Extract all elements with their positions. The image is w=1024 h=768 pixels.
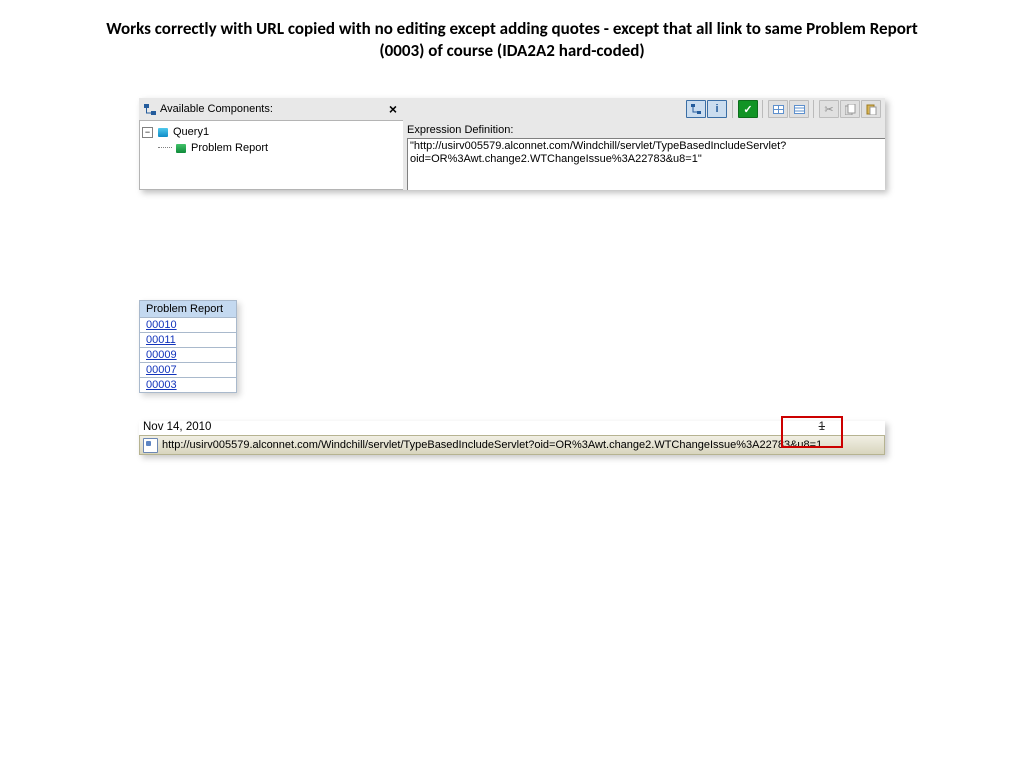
component-tree[interactable]: − Query1 Problem Report <box>139 120 403 190</box>
browser-statusbar: http://usirv005579.alconnet.com/Windchil… <box>139 435 885 455</box>
expression-textarea[interactable]: "http://usirv005579.alconnet.com/Windchi… <box>407 138 885 190</box>
tree-child-label[interactable]: Problem Report <box>191 142 268 154</box>
grid2-button[interactable] <box>789 100 809 118</box>
editor-panel: Available Components: × − Query1 Problem… <box>139 98 885 190</box>
table-row: 00003 <box>140 378 237 393</box>
expression-label: Expression Definition: <box>403 120 885 138</box>
date-label: Nov 14, 2010 <box>143 421 211 433</box>
query-icon <box>156 126 170 139</box>
check-button[interactable]: ✓ <box>738 100 758 118</box>
table-row: 00011 <box>140 333 237 348</box>
grid1-button[interactable] <box>768 100 788 118</box>
table-row: 00007 <box>140 363 237 378</box>
expression-pane: i ✓ ✂ Expression Definition: "http://usi… <box>403 98 885 190</box>
page-number: 1 <box>819 421 881 433</box>
tree-view-button[interactable] <box>686 100 706 118</box>
components-pane: Available Components: × − Query1 Problem… <box>139 98 403 190</box>
tree-root-label[interactable]: Query1 <box>173 126 209 138</box>
expander-icon[interactable]: − <box>142 127 153 138</box>
table-row: 00009 <box>140 348 237 363</box>
copy-button[interactable] <box>840 100 860 118</box>
components-icon <box>143 103 157 115</box>
paste-button[interactable] <box>861 100 881 118</box>
report-link[interactable]: 00003 <box>146 379 177 391</box>
info-button[interactable]: i <box>707 100 727 118</box>
tree-line <box>158 147 172 149</box>
slide-title: Works correctly with URL copied with no … <box>0 0 1024 68</box>
close-icon[interactable]: × <box>389 102 397 116</box>
report-link[interactable]: 00007 <box>146 364 177 376</box>
toolbar: i ✓ ✂ <box>403 98 885 120</box>
report-link[interactable]: 00009 <box>146 349 177 361</box>
results-header[interactable]: Problem Report <box>140 301 237 318</box>
report-link[interactable]: 00010 <box>146 319 177 331</box>
status-url: http://usirv005579.alconnet.com/Windchil… <box>162 439 822 451</box>
results-table: Problem Report 00010 00011 00009 00007 0… <box>139 300 237 393</box>
cut-button[interactable]: ✂ <box>819 100 839 118</box>
report-link[interactable]: 00011 <box>146 334 176 346</box>
statusbar-screenshot: Nov 14, 2010 1 http://usirv005579.alconn… <box>139 421 885 455</box>
table-row: 00010 <box>140 318 237 333</box>
components-label: Available Components: <box>160 103 273 115</box>
report-icon <box>174 142 188 155</box>
page-icon <box>143 438 158 453</box>
